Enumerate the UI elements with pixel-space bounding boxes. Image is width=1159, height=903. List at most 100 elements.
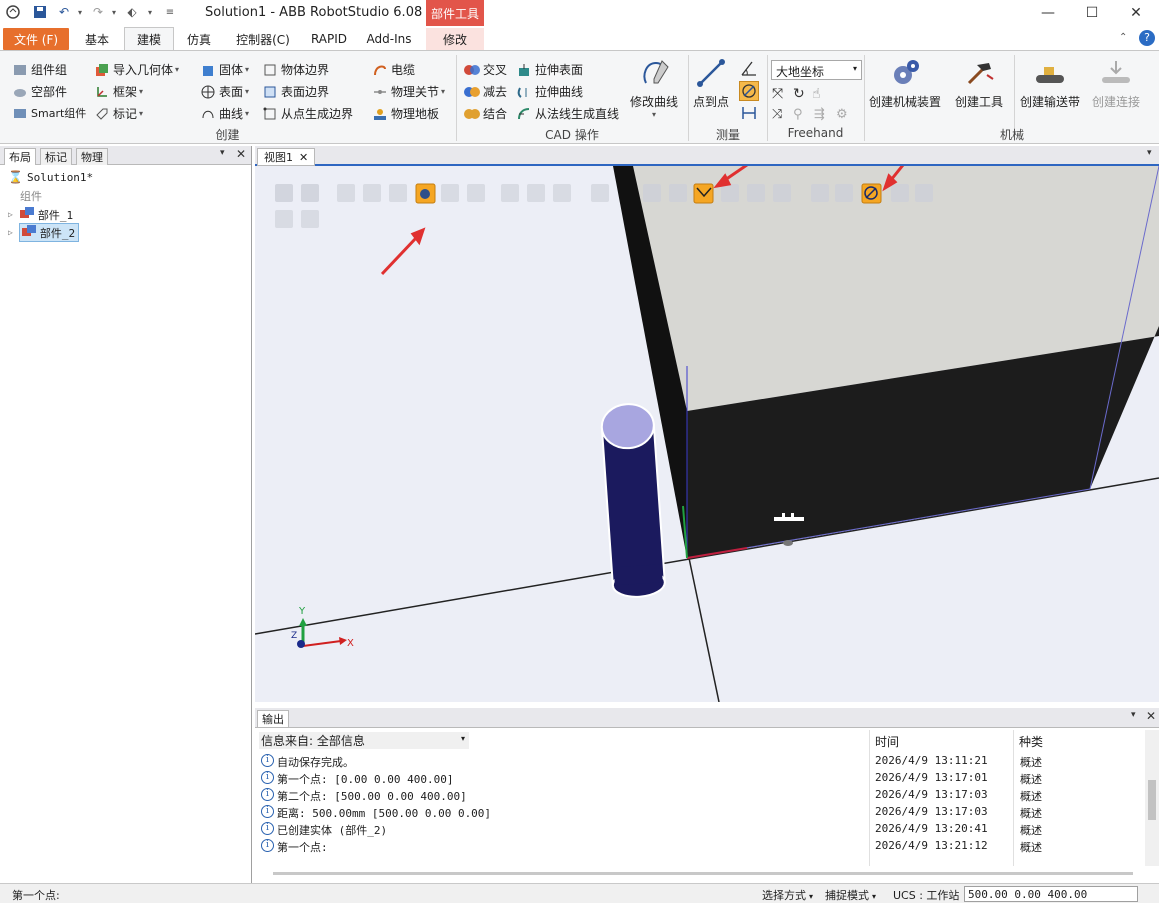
scrollbar-thumb[interactable] [1148,780,1156,820]
tab-basic[interactable]: 基本 [76,28,118,50]
output-scrollbar[interactable] [1145,730,1159,866]
body-boundary-button[interactable]: 物体边界 [262,61,329,78]
line-from-normal-button[interactable]: 从法线生成直线 [516,105,619,122]
panel-menu-icon[interactable]: ▾ [220,148,225,158]
column-header-type[interactable]: 种类 [1019,733,1043,750]
rotate-icon[interactable]: ↻ [793,86,805,102]
empty-part-button[interactable]: 空部件 [12,83,67,100]
help-icon[interactable]: ? [1139,30,1155,46]
collapse-ribbon-icon[interactable]: ⌃ [1119,32,1127,43]
curve-button[interactable]: 曲线 ▾ [200,105,249,122]
tab-markers[interactable]: 标记 [40,148,72,165]
move-icon[interactable]: ⤧ [772,86,783,102]
close-button[interactable]: ✕ [1113,0,1159,26]
output-row[interactable]: i 已创建实体 (部件_2) 2026/4/9 13:20:41 概述 [259,821,1145,838]
import-geometry-button[interactable]: 导入几何体 ▾ [94,61,179,78]
maximize-button[interactable]: ☐ [1069,0,1115,26]
tree-root[interactable]: ⌛ Solution1* [8,170,93,184]
min-distance-icon[interactable] [740,104,758,122]
tab-output[interactable]: 输出 [257,710,289,728]
coordinate-readout[interactable]: 500.00 0.00 400.00 [964,886,1138,902]
tab-close-icon[interactable]: ✕ [299,151,308,164]
physics-joint-button[interactable]: 物理关节 ▾ [372,83,445,100]
customize-qa-icon[interactable]: ≡ [162,4,178,20]
redo-dropdown-icon[interactable]: ▾ [106,4,122,20]
solid-button[interactable]: 固体 ▾ [200,61,249,78]
left-panel-tabs: 布局 标记 物理 ▾ ✕ [0,146,251,165]
angle-icon[interactable] [740,59,758,77]
output-row[interactable]: i 第一个点: 2026/4/9 13:21:12 概述 [259,838,1145,855]
create-mechanism-button[interactable]: 创建机械装置 [869,57,941,110]
undo-dropdown-icon[interactable]: ▾ [72,4,88,20]
expand-icon[interactable]: ▷ [8,210,13,219]
tab-rapid[interactable]: RAPID [305,28,353,50]
extrude-curve-button[interactable]: 拉伸曲线 [516,83,583,100]
diameter-icon[interactable] [739,81,759,101]
expand-icon[interactable]: ▷ [8,228,13,237]
tab-file[interactable]: 文件 (F) [3,28,69,50]
redo-icon[interactable]: ↷ [90,4,106,20]
viewport-panel: 视图1 ✕ ▾ Y X Z [255,146,1159,702]
tool-icon[interactable]: ⚙ [836,107,848,122]
point-to-point-button[interactable]: 点到点 [693,57,729,110]
output-tabs: 输出 ▾ ✕ [255,708,1159,728]
extrude-surface-button[interactable]: 拉伸表面 [516,61,583,78]
frame-button[interactable]: 框架 ▾ [94,83,143,100]
surface-icon [200,84,216,100]
undo-icon[interactable]: ↶ [56,4,72,20]
output-row[interactable]: i 距离: 500.00mm [500.00 0.00 0.00] 2026/4… [259,804,1145,821]
panel-close-icon[interactable]: ✕ [1146,709,1156,723]
panel-menu-icon[interactable]: ▾ [1131,710,1136,720]
panel-close-icon[interactable]: ✕ [236,147,246,161]
message-source-select[interactable]: 信息来自: 全部信息 ▾ [259,732,469,749]
intersect-button[interactable]: 交叉 [464,61,507,78]
tab-layout[interactable]: 布局 [4,148,36,165]
union-button[interactable]: 结合 [464,105,507,122]
coordinate-select[interactable]: 大地坐标 ▾ [771,60,862,80]
tab-controller[interactable]: 控制器(C) [228,28,298,50]
cable-button[interactable]: 电缆 [372,61,415,78]
panel-menu-icon[interactable]: ▾ [1147,148,1152,158]
selected-tree-item: 部件_2 [18,223,80,242]
surface-button[interactable]: 表面 ▾ [200,83,249,100]
tab-physics[interactable]: 物理 [76,148,108,165]
physics-floor-button[interactable]: 物理地板 [372,105,439,122]
jog-reorient-icon[interactable]: ⚲ [793,107,803,122]
horizontal-scrollbar[interactable] [273,872,1133,875]
jog-linear-icon[interactable]: ⤨ [772,107,782,122]
tab-modify[interactable]: 修改 [426,28,484,50]
snap-mode-dropdown[interactable]: 捕捉模式 ▾ [825,887,876,903]
3d-scene[interactable]: Y X Z [255,166,1159,702]
app-logo-icon[interactable] [5,4,21,20]
tree-item-part1[interactable]: ▷ 部件_1 [8,206,73,223]
tab-modeling[interactable]: 建模 [124,27,174,51]
create-connection-button[interactable]: 创建连接 [1092,57,1140,110]
create-conveyor-button[interactable]: 创建输送带 [1020,57,1080,110]
subtract-button[interactable]: 减去 [464,83,507,100]
surface-boundary-button[interactable]: 表面边界 [262,83,329,100]
output-row[interactable]: i 第一个点: [0.00 0.00 400.00] 2026/4/9 13:1… [259,770,1145,787]
column-header-time[interactable]: 时间 [875,733,899,750]
marker-button[interactable]: 标记 ▾ [94,105,143,122]
create-tool-button[interactable]: 创建工具 [955,57,1003,110]
output-row[interactable]: i 第二个点: [500.00 0.00 400.00] 2026/4/9 13… [259,787,1145,804]
tag-icon[interactable]: ⬖ [124,4,140,20]
output-row[interactable]: i 自动保存完成。 2026/4/9 13:11:21 概述 [259,753,1145,770]
tag-dropdown-icon[interactable]: ▾ [142,4,158,20]
tab-simulation[interactable]: 仿真 [178,28,220,50]
tab-view1[interactable]: 视图1 ✕ [257,148,316,166]
group-label-machine: 机械 [999,128,1024,142]
boundary-from-points-button[interactable]: 从点生成边界 [262,105,353,122]
multi-robot-jog-icon[interactable]: ⇶ [814,107,825,122]
component-group-button[interactable]: 组件组 [12,61,67,78]
save-icon[interactable] [32,4,48,20]
selection-mode-dropdown[interactable]: 选择方式 ▾ [762,887,813,903]
modify-curve-button[interactable]: 修改曲线 ▾ [630,57,678,119]
info-icon: i [261,839,274,852]
jog-joint-icon[interactable]: ☝ [812,86,821,102]
tab-addins[interactable]: Add-Ins [360,28,418,50]
axis-x-label: X [347,638,354,649]
tree-item-part2[interactable]: ▷ 部件_2 [8,223,80,242]
minimize-button[interactable]: — [1025,0,1071,26]
smart-component-button[interactable]: Smart组件 [12,105,86,121]
